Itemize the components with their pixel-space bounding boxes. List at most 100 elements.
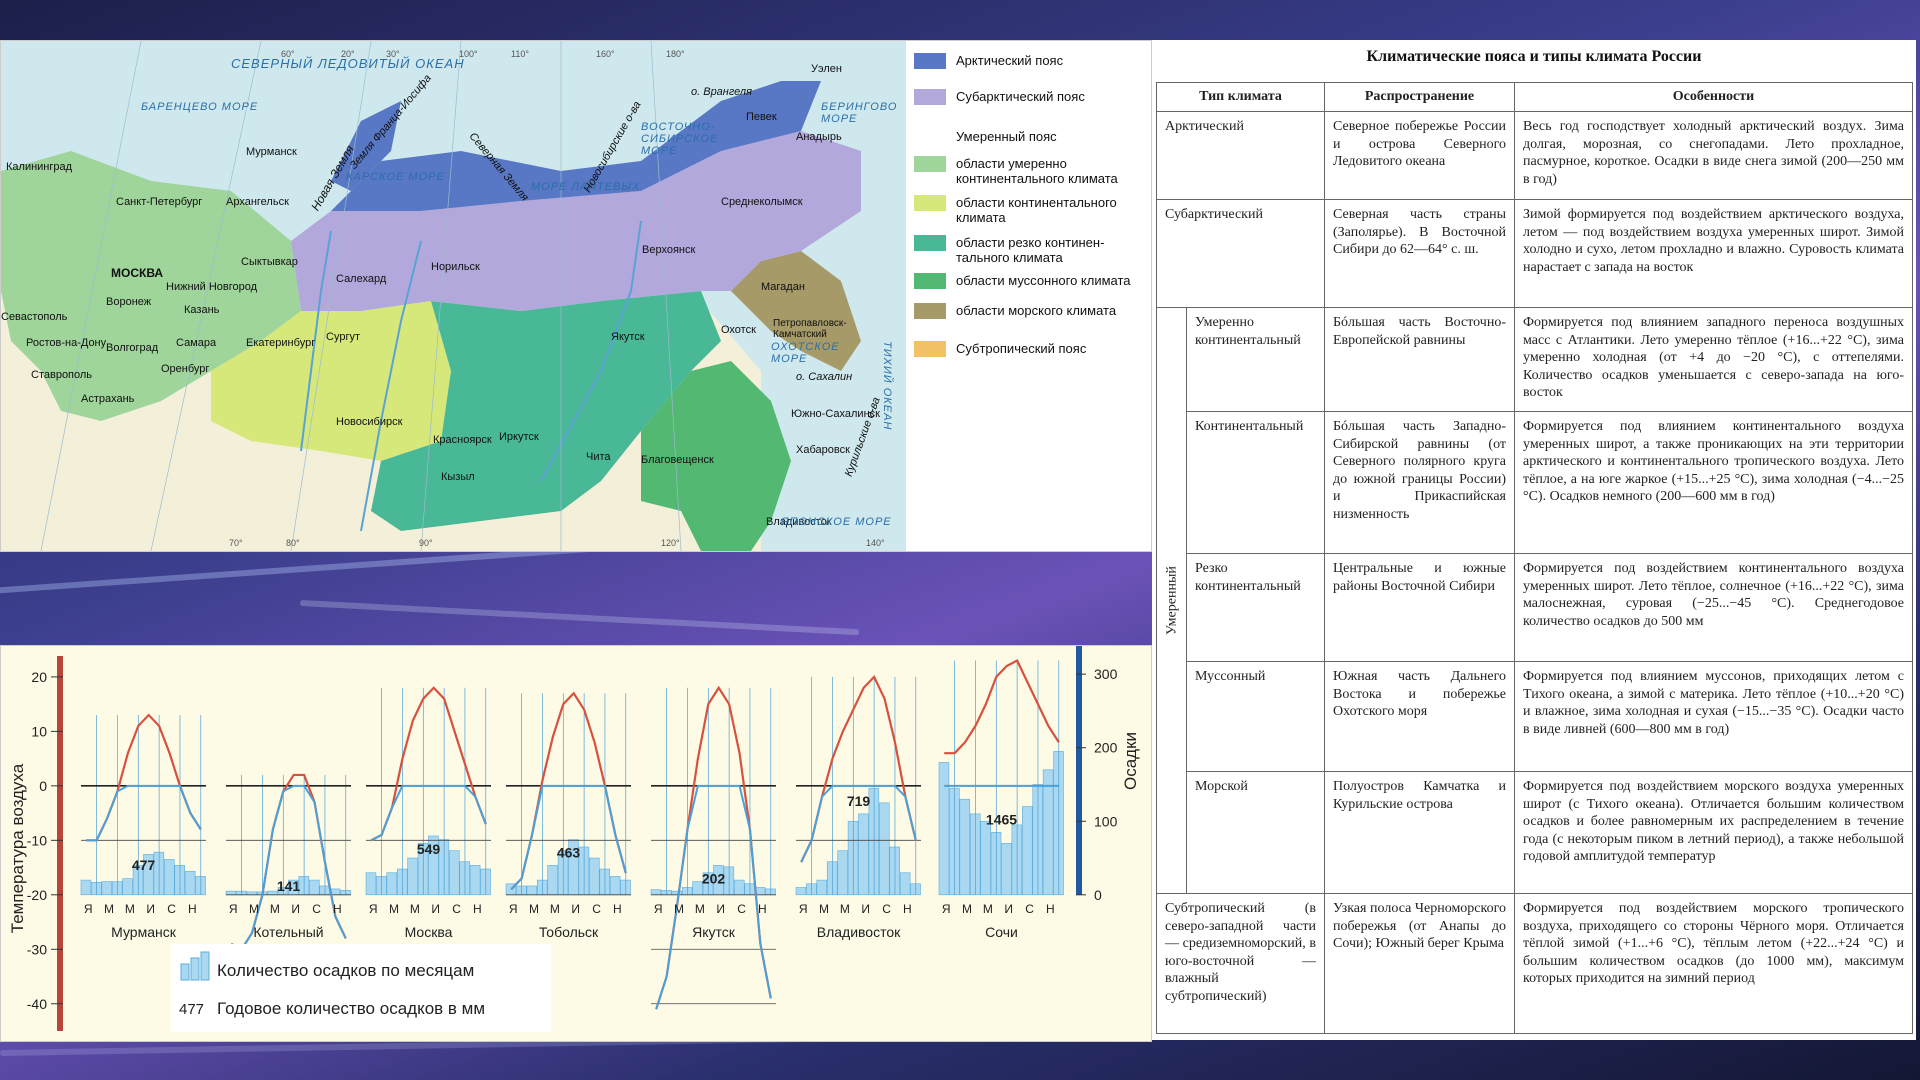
annual-precip-label: 1465 — [986, 812, 1017, 828]
precip-bar — [899, 872, 911, 896]
city-label: Самара — [176, 337, 217, 349]
table-title: Климатические пояса и типы климата Росси… — [1366, 48, 1702, 65]
city-label: Оренбург — [161, 363, 210, 375]
precip-bar — [1001, 843, 1012, 896]
spread-cell: Узкая полоса Черноморского побережья (от… — [1324, 893, 1515, 1034]
month-label: Н — [1046, 902, 1055, 916]
precip-bar — [816, 879, 828, 896]
station-name: Сочи — [985, 924, 1018, 940]
sea-label: БЕРИНГОВО МОРЕ — [821, 101, 898, 125]
station-name: Якутск — [692, 924, 736, 940]
month-label: М — [983, 902, 993, 916]
legend-swatch — [914, 53, 946, 69]
city-label: Севастополь — [1, 311, 68, 323]
city-label: Среднеколымск — [721, 196, 803, 208]
legend-label: области континентального климата — [956, 195, 1117, 225]
precip-tick-label: 100 — [1094, 813, 1118, 829]
month-label: И — [146, 902, 155, 916]
temperature-line-subzero — [86, 784, 202, 842]
precip-bar — [650, 889, 662, 896]
temp-tick-label: -40 — [27, 996, 47, 1012]
temp-tick-label: 0 — [39, 778, 47, 794]
month-label: М — [270, 902, 280, 916]
climate-type-cell: Муссонный — [1186, 661, 1325, 772]
legend-bar-icon — [190, 957, 200, 981]
table-row: Умеренный Умеренно континентальный Бóльш… — [1156, 307, 1913, 894]
longitude-label: 70° — [229, 538, 243, 548]
temp-tick-label: -20 — [27, 887, 47, 903]
precip-bar — [246, 891, 258, 896]
legend-bars-label: Количество осадков по месяцам — [217, 961, 474, 980]
city-label: Астрахань — [81, 393, 135, 405]
table-row: Субтропический (в северо-западной части … — [1156, 893, 1913, 1034]
annual-precip-label: 477 — [132, 857, 156, 873]
city-label: Кызыл — [441, 471, 475, 483]
legend-label: области умеренно континентального климат… — [956, 156, 1118, 186]
month-label: Я — [84, 902, 93, 916]
station-name: Котельный — [253, 924, 323, 940]
city-label: МОСКВА — [111, 266, 164, 280]
annual-precip-label: 463 — [557, 845, 581, 861]
city-label: Архангельск — [226, 196, 289, 208]
longitude-label: 180° — [666, 49, 685, 59]
month-label: М — [104, 902, 114, 916]
legend-swatch — [914, 195, 946, 211]
climate-chart-panel: 20 10 0 -10 -20 -30 -40 Температура воздуха 300 2… — [0, 595, 1152, 1042]
month-label: М — [389, 902, 399, 916]
month-label: Н — [758, 902, 767, 916]
climate-table: Тип климата Распространение Особенности … — [1156, 82, 1913, 1034]
precip-tick-label: 200 — [1094, 740, 1118, 756]
month-label: Я — [229, 902, 238, 916]
column-header: Особенности — [1514, 82, 1913, 112]
precip-bar — [547, 865, 558, 896]
features-cell: Формируется под влиянием западного перен… — [1514, 307, 1913, 412]
table-row: Субарктический Северная часть страны (За… — [1156, 199, 1913, 308]
precip-bar — [858, 813, 869, 896]
precip-bar — [80, 879, 92, 896]
city-label: Екатеринбург — [246, 337, 316, 349]
sea-label: ОХОТСКОЕ МОРЕ — [771, 341, 840, 365]
column-header: Тип климата — [1156, 82, 1325, 112]
climate-type-cell: Субтропический (в северо-западной части … — [1156, 893, 1325, 1034]
annual-precip-label: 141 — [277, 878, 301, 894]
month-label: Я — [942, 902, 951, 916]
legend-number-label: Годовое количество осадков в мм — [217, 999, 485, 1018]
precip-tick-label: 300 — [1094, 666, 1118, 682]
legend-label: области морского климата — [956, 303, 1117, 318]
month-label: Н — [188, 902, 197, 916]
sea-label: ЯПОНСКОЕ МОРЕ — [781, 516, 892, 528]
longitude-label: 110° — [511, 49, 529, 59]
precip-bar — [795, 887, 807, 896]
features-cell: Весь год господствует холодный арктическ… — [1514, 111, 1913, 200]
longitude-label: 80° — [286, 538, 300, 548]
city-label: Красноярск — [433, 434, 492, 446]
features-cell: Формируется под влиянием муссонов, прихо… — [1514, 661, 1913, 772]
precip-bar — [365, 872, 377, 896]
city-label: Иркутск — [499, 431, 539, 443]
legend-item: области муссонного климата — [914, 273, 1151, 289]
precip-bar — [184, 870, 196, 896]
month-label: М — [840, 902, 850, 916]
city-label: Верхоянск — [642, 244, 696, 256]
table-row: Арктический Северное побережье России и … — [1156, 111, 1913, 200]
city-label: Уэлен — [811, 63, 842, 75]
spread-cell: Северная часть страны (Заполярье). В Вос… — [1324, 199, 1515, 308]
sea-label: БАРЕНЦЕВО МОРЕ — [141, 101, 259, 113]
climate-type-cell: Морской — [1186, 771, 1325, 894]
precip-bar — [837, 850, 848, 896]
precip-bar — [938, 762, 950, 896]
climate-type-cell: Субарктический — [1156, 199, 1325, 308]
city-label: Сыктывкар — [241, 256, 298, 268]
table-row: Муссонный Южная часть Дальнего Востока и… — [1157, 661, 1913, 772]
month-label: Н — [473, 902, 482, 916]
legend-item: области морского климата — [914, 303, 1151, 319]
temp-tick-label: -10 — [27, 832, 47, 848]
temperature-axis-bar — [57, 656, 63, 1031]
sea-label: ТИХИЙ ОКЕАН — [881, 341, 893, 431]
island-label: о. Сахалин — [796, 371, 853, 383]
month-label: Я — [799, 902, 808, 916]
month-label: М — [819, 902, 829, 916]
temp-tick-label: 10 — [31, 723, 47, 739]
city-label: Норильск — [431, 261, 480, 273]
month-label: М — [529, 902, 539, 916]
